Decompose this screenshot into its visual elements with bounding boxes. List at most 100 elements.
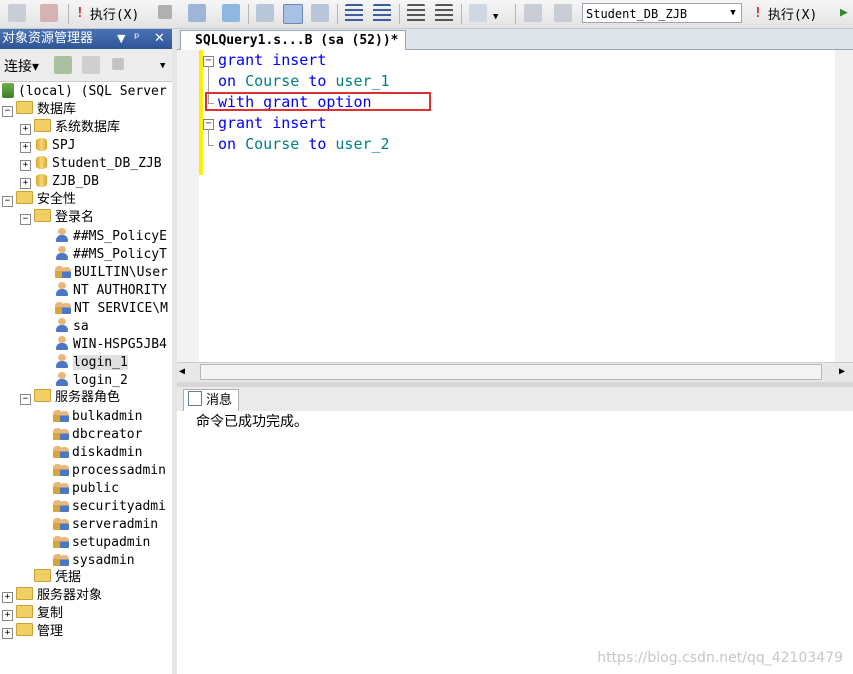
tree-node-label: 管理 (37, 624, 64, 639)
tree-node-role[interactable]: diskadmin (52, 443, 142, 461)
tree-node-login[interactable]: NT AUTHORITY (54, 281, 167, 299)
tree-node-login[interactable]: WIN-HSPG5JB4 (54, 335, 167, 353)
pin-icon[interactable]: ᵖ (134, 29, 140, 49)
tree-node-role[interactable]: processadmin (52, 461, 166, 479)
change-connection-icon[interactable] (554, 4, 572, 22)
connect-dropdown[interactable]: 连接▾ (4, 56, 39, 76)
collapse-icon[interactable]: − (2, 196, 13, 207)
scrollbar-thumb[interactable] (200, 364, 822, 380)
tab-messages[interactable]: 消息 (183, 389, 240, 412)
display-plan-icon[interactable] (222, 4, 240, 22)
watermark: https://blog.csdn.net/qq_42103479 (597, 650, 843, 666)
tree-node-db-zjb[interactable]: ZJB_DB (36, 173, 99, 191)
tree-node-login[interactable]: BUILTIN\User (54, 263, 168, 281)
tree-node-system-db[interactable]: 系统数据库 (34, 119, 120, 137)
login-icon (54, 281, 70, 297)
tree-node-label: sysadmin (72, 553, 135, 568)
server-role-icon (52, 515, 70, 531)
group-login-icon (54, 263, 72, 279)
tree-node-label: login_2 (73, 373, 128, 388)
comment-icon[interactable] (345, 4, 363, 22)
chevron-down-icon[interactable]: ▼ (727, 6, 739, 20)
execute-icon: ! (754, 5, 762, 21)
tree-node-login[interactable]: login_2 (54, 371, 128, 389)
disconnect-icon[interactable] (40, 4, 58, 22)
connect-icon[interactable] (54, 56, 72, 74)
tree-node-role[interactable]: sysadmin (52, 551, 135, 569)
tree-node-databases[interactable]: 数据库 (16, 101, 76, 119)
tree-node-role[interactable]: bulkadmin (52, 407, 142, 425)
specify-values-icon[interactable] (469, 4, 487, 22)
results-to-grid-icon[interactable] (283, 4, 303, 24)
server-icon (2, 83, 14, 98)
tree-node-login[interactable]: ##MS_PolicyT (54, 245, 167, 263)
tree-node-login[interactable]: NT SERVICE\M (54, 299, 168, 317)
collapse-icon[interactable]: − (20, 214, 31, 225)
tree-node-label: 系统数据库 (55, 120, 121, 135)
toolbar-separator (337, 4, 338, 24)
results-to-text-icon[interactable] (256, 4, 274, 22)
tree-node-management[interactable]: 管理 (16, 623, 63, 641)
sql-identifier: Course (245, 72, 300, 90)
collapse-icon[interactable]: − (2, 106, 13, 117)
tree-node-security[interactable]: 安全性 (16, 191, 76, 209)
tree-node-role[interactable]: securityadmi (52, 497, 166, 515)
scroll-right-icon[interactable]: ▶ (839, 366, 845, 377)
tree-node-label: processadmin (72, 463, 166, 478)
tree-node-role[interactable]: setupadmin (52, 533, 150, 551)
tree-node-role[interactable]: serveradmin (52, 515, 158, 533)
tree-node-label: public (72, 481, 119, 496)
debug-play-icon[interactable]: ▶ (840, 5, 848, 20)
expand-icon[interactable]: + (2, 592, 13, 603)
scroll-left-icon[interactable]: ◀ (179, 366, 185, 377)
tree-node-credentials[interactable]: 凭据 (34, 569, 81, 587)
collapse-icon[interactable]: − (20, 394, 31, 405)
close-icon[interactable]: ✕ (154, 29, 165, 49)
execute-button[interactable]: ! 执行(X) (76, 3, 139, 23)
tab-sqlquery1[interactable]: SQLQuery1.s...B (sa (52))* (180, 30, 406, 50)
expand-icon[interactable]: + (20, 178, 31, 189)
expand-icon[interactable]: + (2, 628, 13, 639)
disconnect-icon[interactable] (82, 56, 100, 74)
tree-node-role[interactable]: dbcreator (52, 425, 142, 443)
tree-node-label: WIN-HSPG5JB4 (73, 337, 167, 352)
tree-node-server-roles[interactable]: 服务器角色 (34, 389, 120, 407)
toolbar-overflow-icon[interactable]: ▼ (493, 12, 498, 22)
connect2-icon[interactable] (524, 4, 542, 22)
expand-icon[interactable]: + (20, 142, 31, 153)
tree-node-replication[interactable]: 复制 (16, 605, 63, 623)
tree-node-label: login_1 (73, 355, 128, 370)
tree-node-login[interactable]: sa (54, 317, 89, 335)
parse-icon[interactable] (188, 4, 206, 22)
server-role-icon (52, 497, 70, 513)
server-role-icon (52, 425, 70, 441)
server-role-icon (52, 551, 70, 567)
cancel-query-icon[interactable] (158, 5, 172, 19)
decrease-indent-icon[interactable] (407, 4, 425, 22)
expand-icon[interactable]: + (2, 610, 13, 621)
tree-node-login[interactable]: ##MS_PolicyE (54, 227, 167, 245)
increase-indent-icon[interactable] (435, 4, 453, 22)
editor-vertical-scrollbar[interactable] (835, 50, 853, 362)
tree-node-logins[interactable]: 登录名 (34, 209, 94, 227)
tree-node-label: bulkadmin (72, 409, 143, 424)
connect-icon[interactable] (8, 4, 26, 22)
results-to-file-icon[interactable] (311, 4, 329, 22)
execute-label: 执行(X) (89, 7, 140, 23)
tree-node-role[interactable]: public (52, 479, 119, 497)
tree-node-server[interactable]: (local) (SQL Server (2, 83, 167, 101)
tree-node-db-spj[interactable]: SPJ (36, 137, 75, 155)
database-select[interactable]: Student_DB_ZJB ▼ (582, 3, 742, 23)
stop-icon[interactable] (112, 58, 124, 70)
expand-icon[interactable]: + (20, 160, 31, 171)
execute-button-2[interactable]: ! 执行(X) (754, 3, 817, 23)
toolbar-overflow-icon[interactable]: ▼ (160, 61, 165, 71)
tree-node-db-student[interactable]: Student_DB_ZJB (36, 155, 162, 173)
tree-node-login-selected[interactable]: login_1 (54, 353, 128, 371)
sql-keyword: on (218, 135, 237, 153)
window-menu-icon[interactable]: ▼ (117, 29, 125, 49)
tree-node-server-objects[interactable]: 服务器对象 (16, 587, 102, 605)
tree-node-label: diskadmin (72, 445, 143, 460)
uncomment-icon[interactable] (373, 4, 391, 22)
expand-icon[interactable]: + (20, 124, 31, 135)
